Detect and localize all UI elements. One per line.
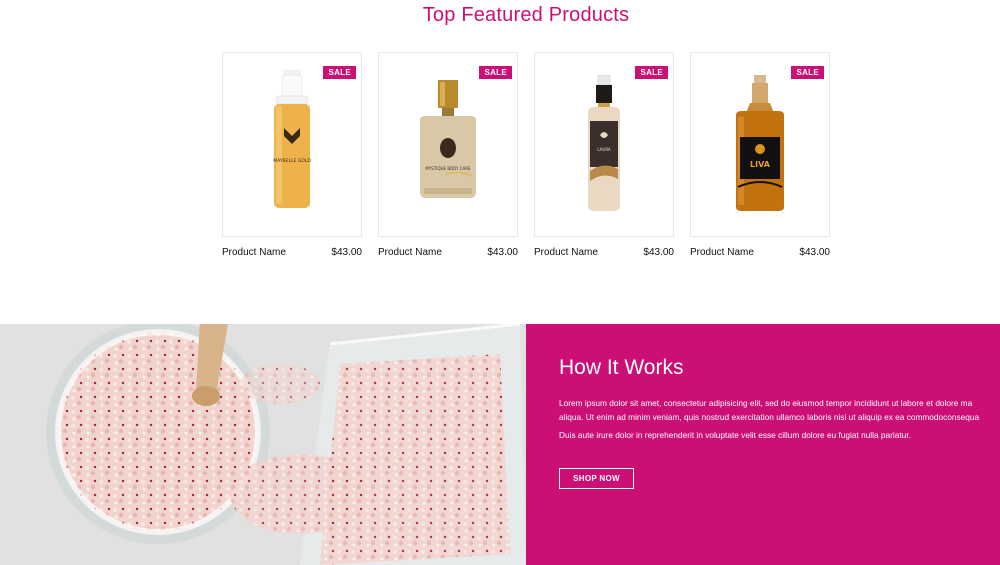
product-brand-text: LAURA: [597, 147, 611, 152]
product-item[interactable]: SALE LAURA Product Name $43.00: [534, 52, 674, 258]
product-name[interactable]: Product Name: [222, 247, 286, 258]
product-name[interactable]: Product Name: [378, 247, 442, 258]
product-grid: SALE MAYBELLE GOLD Product Name $43.00 S…: [222, 52, 830, 258]
product-item[interactable]: SALE MYSTIQUE BODY CARE Product Name $43…: [378, 52, 518, 258]
paragraph-line: Duis aute irure dolor in reprehenderit i…: [559, 430, 911, 440]
product-card[interactable]: SALE MAYBELLE GOLD: [222, 52, 362, 237]
product-image[interactable]: LAURA: [584, 74, 624, 215]
how-it-works-panel: How It Works Lorem ipsum dolor sit amet,…: [526, 324, 1000, 565]
product-image[interactable]: MYSTIQUE BODY CARE: [408, 79, 488, 210]
sale-badge: SALE: [635, 66, 668, 79]
how-it-works-text: Lorem ipsum dolor sit amet, consectetur …: [559, 396, 1000, 446]
how-it-works-section: How It Works Lorem ipsum dolor sit amet,…: [0, 324, 1000, 565]
paragraph-line: aliqua. Ut enim ad minim veniam, quis no…: [559, 412, 980, 422]
sale-badge: SALE: [479, 66, 512, 79]
product-price: $43.00: [331, 247, 362, 258]
product-name[interactable]: Product Name: [690, 247, 754, 258]
bath-salt-image: [0, 324, 526, 565]
shop-now-button[interactable]: SHOP NOW: [559, 468, 634, 489]
how-it-works-title: How It Works: [559, 356, 684, 379]
product-item[interactable]: SALE LIVA Product Name $43.00: [690, 52, 830, 258]
product-brand-text: LIVA: [750, 160, 771, 169]
section-title: Top Featured Products: [422, 4, 630, 26]
product-price: $43.00: [487, 247, 518, 258]
product-brand-text: MYSTIQUE BODY CARE: [425, 166, 471, 171]
product-price: $43.00: [643, 247, 674, 258]
product-card[interactable]: SALE LAURA: [534, 52, 674, 237]
product-name[interactable]: Product Name: [534, 247, 598, 258]
product-image[interactable]: LIVA: [728, 74, 792, 215]
product-item[interactable]: SALE MAYBELLE GOLD Product Name $43.00: [222, 52, 362, 258]
product-price: $43.00: [799, 247, 830, 258]
paragraph-line: Lorem ipsum dolor sit amet, consectetur …: [559, 398, 973, 408]
sale-badge: SALE: [323, 66, 356, 79]
product-brand-text: MAYBELLE GOLD: [273, 158, 311, 164]
product-image[interactable]: MAYBELLE GOLD: [262, 69, 322, 220]
product-card[interactable]: SALE MYSTIQUE BODY CARE: [378, 52, 518, 237]
sale-badge: SALE: [791, 66, 824, 79]
product-card[interactable]: SALE LIVA: [690, 52, 830, 237]
